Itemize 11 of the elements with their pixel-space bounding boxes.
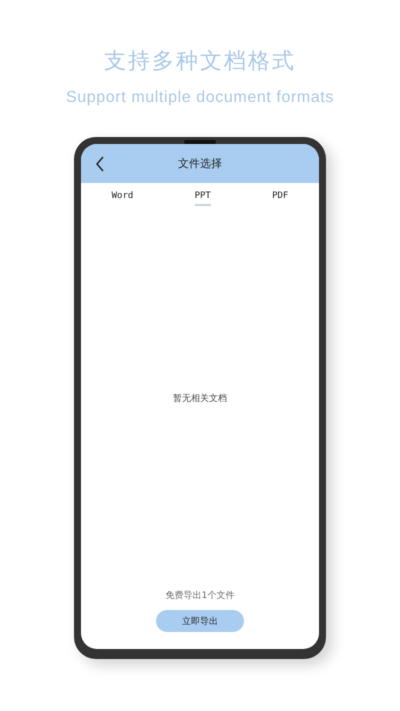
tab[interactable]: Word: [106, 189, 140, 207]
back-icon[interactable]: [95, 156, 105, 172]
tab[interactable]: PDF: [266, 189, 294, 207]
empty-message: 暂无相关文档: [173, 392, 227, 404]
subtitle: Support multiple document formats: [66, 88, 334, 108]
headline: 支持多种文档格式: [104, 48, 296, 76]
earpiece: [184, 140, 216, 144]
quota-note: 免费导出1个文件: [166, 590, 234, 602]
tab[interactable]: PPT: [188, 189, 217, 207]
screen-title: 文件选择: [178, 156, 222, 171]
export-button[interactable]: 立即导出: [156, 610, 244, 632]
